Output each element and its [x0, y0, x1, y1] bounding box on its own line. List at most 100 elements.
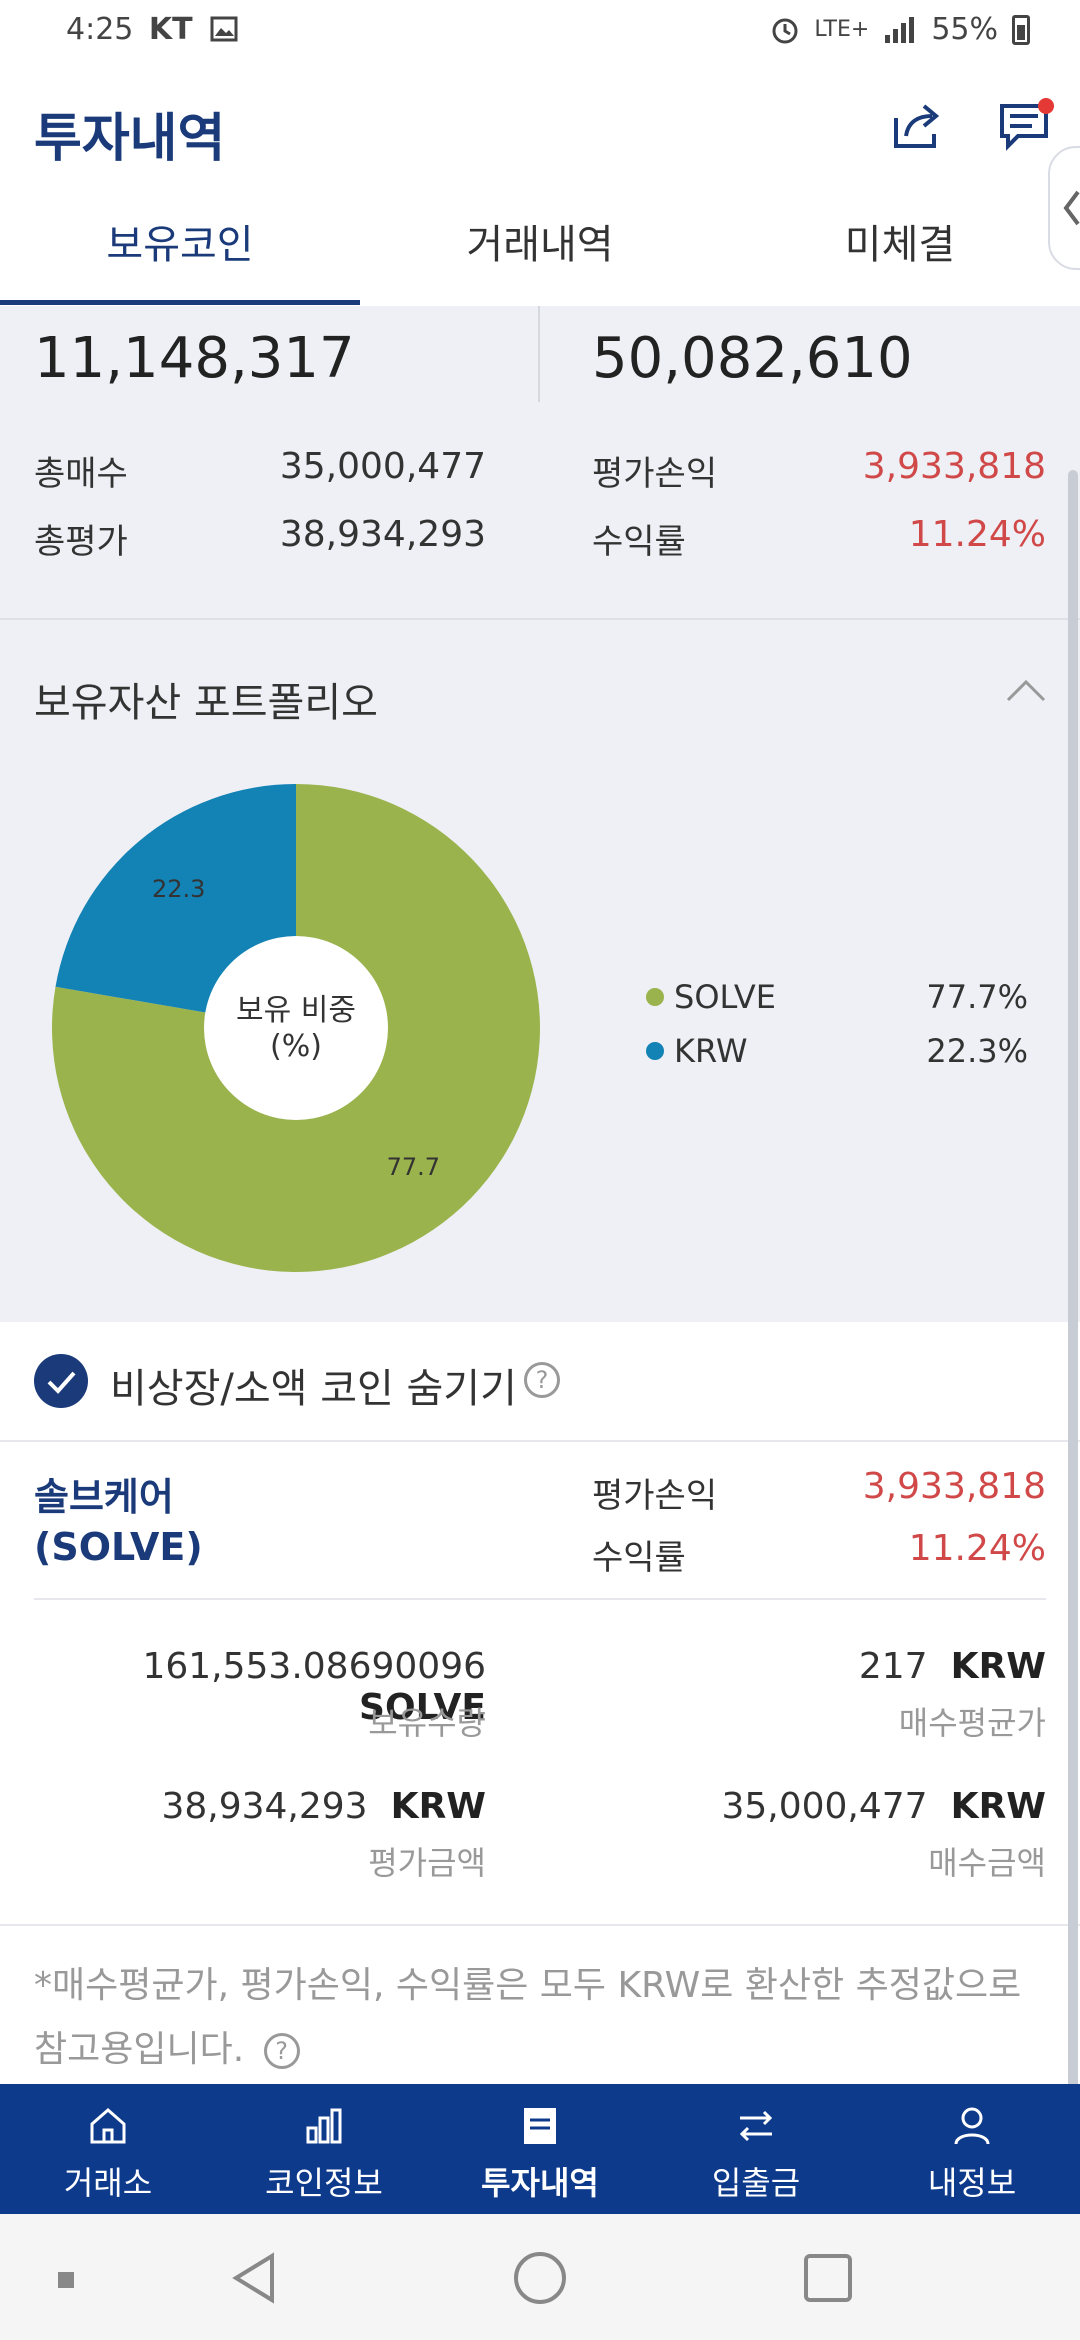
buy-amount-label: 매수금액 [928, 1844, 1046, 1882]
hide-small-coins-checkbox[interactable] [34, 1354, 88, 1408]
nav-exchange-label: 거래소 [63, 2164, 153, 2202]
divider [538, 306, 540, 402]
document-icon [524, 2108, 556, 2144]
bottom-nav: 거래소 코인정보 투자내역 입출금 내정보 [0, 2084, 1080, 2214]
nav-coin-info-label: 코인정보 [265, 2164, 383, 2202]
return-rate-value: 11.24% [908, 514, 1046, 555]
pnl-label: 평가손익 [592, 454, 718, 494]
tab-transactions[interactable]: 거래내역 [360, 186, 720, 304]
buy-amount-value: 35,000,477 [721, 1786, 928, 1827]
legend-swatch-krw [646, 1042, 664, 1060]
battery-percent: 55% [931, 12, 998, 47]
home-icon [90, 2108, 126, 2144]
notification-dot [1038, 98, 1054, 114]
legend-label-krw: KRW [674, 1032, 748, 1070]
image-icon [210, 16, 238, 42]
tab-holdings[interactable]: 보유코인 [0, 186, 360, 304]
holding-card-solve[interactable]: 솔브케어 (SOLVE) 평가손익 3,933,818 수익률 11.24% 1… [0, 1442, 1080, 1922]
signal-icon [885, 16, 915, 43]
pie-label-krw: 22.3 [152, 875, 205, 903]
total-buy-label: 총매수 [34, 454, 128, 494]
quantity-value: 161,553.08690096 [142, 1646, 486, 1687]
total-eval-label: 총평가 [34, 522, 128, 562]
person-icon [954, 2107, 990, 2145]
eval-amount-row: 38,934,293 KRW [34, 1786, 486, 1827]
tab-bar: 보유코인 거래내역 미체결 [0, 186, 1080, 308]
eval-amount-label: 평가금액 [368, 1844, 486, 1882]
active-tab-indicator [0, 300, 360, 305]
portfolio-section: 보유자산 포트폴리오 보유 비중 (%) 77.7 22.3 SOLVE 77.7… [0, 620, 1080, 1322]
share-icon[interactable] [888, 98, 944, 154]
home-circle-icon[interactable] [512, 2250, 568, 2306]
disclaimer-note: *매수평균가, 평가손익, 수익률은 모두 KRW로 환산한 추정값으로 참고용… [0, 1924, 1080, 2086]
transfer-icon [739, 2110, 773, 2142]
header: 투자내역 [0, 66, 1080, 186]
status-right: LTE+ 55% [770, 12, 1030, 47]
nav-deposit-withdraw-label: 입출금 [711, 2164, 801, 2202]
status-bar: 4:25 KT LTE+ 55% [0, 0, 1080, 66]
buy-amount-unit: KRW [950, 1786, 1046, 1827]
avg-price-unit: KRW [950, 1646, 1046, 1687]
nav-my-info-label: 내정보 [927, 2164, 1017, 2202]
scrollbar[interactable] [1068, 470, 1078, 2090]
holding-pnl-label: 평가손익 [592, 1476, 718, 1516]
coin-name: 솔브케어 (SOLVE) [34, 1472, 203, 1572]
portfolio-title: 보유자산 포트폴리오 [34, 680, 378, 726]
help-icon[interactable]: ? [263, 2033, 300, 2069]
nav-exchange[interactable]: 거래소 [0, 2084, 216, 2214]
disclaimer-line-2: 참고용입니다. ? [34, 2018, 1044, 2082]
holding-pnl-value: 3,933,818 [862, 1466, 1046, 1507]
side-drawer-handle[interactable] [1048, 146, 1080, 270]
checkmark-icon [47, 1371, 76, 1394]
nav-investments[interactable]: 투자내역 [432, 2084, 648, 2214]
legend-item-solve: SOLVE 77.7% [644, 978, 1044, 1018]
avg-price-row: 217 KRW [592, 1646, 1046, 1687]
hide-small-coins-row[interactable]: 비상장/소액 코인 숨기기 ? [0, 1322, 1080, 1442]
legend-value-solve: 77.7% [926, 978, 1028, 1016]
tab-pending[interactable]: 미체결 [720, 186, 1080, 304]
nav-my-info[interactable]: 내정보 [864, 2084, 1080, 2214]
menu-dot-icon[interactable] [58, 2272, 74, 2288]
status-time: 4:25 KT [66, 12, 238, 47]
pnl-value: 3,933,818 [862, 446, 1046, 487]
nav-deposit-withdraw[interactable]: 입출금 [648, 2084, 864, 2214]
nav-investments-label: 투자내역 [481, 2164, 599, 2202]
network-type: LTE+ [814, 17, 870, 42]
donut-center-unit: (%) [270, 1029, 322, 1064]
holding-rate-label: 수익률 [592, 1538, 686, 1578]
chevron-up-icon[interactable] [1006, 678, 1046, 702]
nav-coin-info[interactable]: 코인정보 [216, 2084, 432, 2214]
recent-apps-icon[interactable] [800, 2250, 856, 2306]
avg-price-value: 217 [858, 1646, 928, 1687]
summary-panel: 11,148,317 50,082,610 총매수 35,000,477 총평가… [0, 306, 1080, 620]
back-icon[interactable] [226, 2250, 282, 2306]
page-title: 투자내역 [34, 109, 226, 169]
disclaimer-line-1: *매수평균가, 평가손익, 수익률은 모두 KRW로 환산한 추정값으로 [34, 1965, 1022, 2006]
disclaimer-text: *매수평균가, 평가손익, 수익률은 모두 KRW로 환산한 추정값으로 참고용… [34, 1954, 1044, 2082]
divider [34, 1598, 1046, 1600]
avg-price-label: 매수평균가 [898, 1704, 1046, 1742]
battery-icon [1012, 14, 1030, 45]
legend-label-solve: SOLVE [674, 978, 776, 1016]
alarm-icon [772, 18, 798, 43]
bar-chart-icon [306, 2108, 342, 2144]
help-icon[interactable]: ? [524, 1362, 560, 1398]
total-buy-value: 35,000,477 [279, 446, 486, 487]
buy-amount-row: 35,000,477 KRW [592, 1786, 1046, 1827]
total-eval-value: 38,934,293 [279, 514, 486, 555]
pie-label-solve: 77.7 [387, 1153, 440, 1181]
legend-swatch-solve [646, 988, 664, 1006]
coin-symbol: (SOLVE) [34, 1525, 203, 1569]
hide-small-coins-label: 비상장/소액 코인 숨기기 [110, 1366, 517, 1412]
coin-name-korean: 솔브케어 [34, 1475, 174, 1519]
legend-item-krw: KRW 22.3% [644, 1032, 1044, 1072]
eval-amount-unit: KRW [390, 1786, 486, 1827]
donut-center-label: 보유 비중 [236, 993, 356, 1028]
return-rate-label: 수익률 [592, 522, 686, 562]
holding-rate-value: 11.24% [908, 1528, 1046, 1569]
disclaimer-line-2-text: 참고용입니다. [34, 2029, 245, 2070]
summary-left-amount: 11,148,317 [34, 326, 355, 391]
donut-hole [204, 936, 388, 1120]
portfolio-donut-chart: 보유 비중 (%) 77.7 22.3 [52, 784, 541, 1272]
summary-right-amount: 50,082,610 [592, 326, 913, 391]
